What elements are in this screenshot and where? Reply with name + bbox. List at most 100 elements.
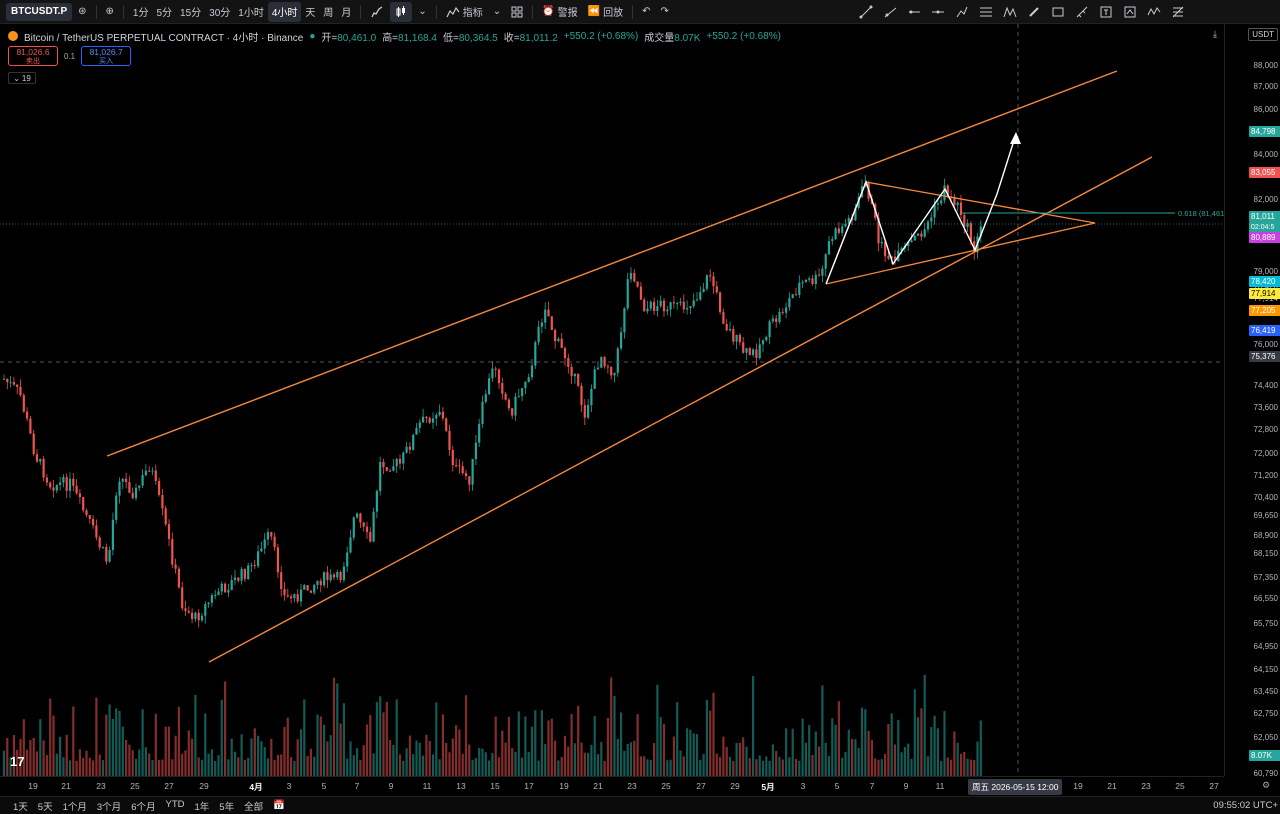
candle-body	[425, 416, 428, 419]
range-button[interactable]: 全部	[239, 799, 268, 813]
volume-bar	[686, 728, 689, 776]
candle-body	[455, 465, 458, 467]
interval-button[interactable]: 1小时	[234, 2, 268, 22]
volume-bar	[969, 759, 972, 776]
price-tick-label: 82,000	[1253, 195, 1278, 204]
volume-bar	[600, 742, 603, 776]
triangle-lower-line[interactable]	[825, 222, 1096, 285]
volume-bar	[844, 751, 847, 776]
volume-bar	[808, 725, 811, 776]
interval-button[interactable]: 15分	[176, 2, 205, 22]
symbol-search-button[interactable]: BTCUSDT.P	[6, 2, 73, 21]
volume-bar	[197, 757, 200, 776]
symbol-settings-icon[interactable]: ⊛	[74, 2, 90, 22]
horizontal-ray-icon[interactable]	[902, 1, 926, 23]
date-tick-label: 11	[422, 781, 432, 791]
brush-icon[interactable]	[1022, 1, 1046, 23]
candle-body	[606, 366, 609, 368]
volume-bar	[887, 723, 890, 776]
interval-button[interactable]: 30分	[205, 2, 234, 22]
settings-gear-icon[interactable]: ⚙	[1262, 780, 1270, 791]
alert-label: 警报	[557, 8, 578, 19]
range-button[interactable]: 6个月	[126, 799, 160, 813]
candle-body	[768, 321, 771, 337]
volume-bar	[923, 674, 926, 776]
gann-fan-icon[interactable]	[1166, 1, 1190, 23]
price-axis[interactable]: USDT 88,000 87,000 86,000 84,000 82,000 79,00…	[1224, 24, 1280, 778]
fib-retracement-icon[interactable]	[974, 1, 998, 23]
range-button[interactable]: 1天	[8, 799, 33, 813]
candle-body	[72, 478, 75, 486]
candle-body	[517, 396, 520, 398]
volume-bar	[748, 758, 751, 776]
candle-body	[191, 612, 194, 620]
candle-body	[207, 602, 210, 605]
xabcd-pattern-icon[interactable]	[998, 1, 1022, 23]
channel-lower-line[interactable]	[208, 156, 1153, 663]
calendar-icon[interactable]: 📅	[268, 800, 290, 811]
horizontal-line-icon[interactable]	[926, 1, 950, 23]
candle-body	[481, 401, 484, 424]
chart-canvas[interactable]: 0.618 (81,461.8)	[0, 24, 1224, 776]
path-icon[interactable]	[950, 1, 974, 23]
replay-button[interactable]: ⏪ 回放	[584, 2, 627, 22]
rectangle-icon[interactable]	[1046, 1, 1070, 23]
volume-bar	[200, 759, 204, 776]
measure-icon[interactable]	[1070, 1, 1094, 23]
volume-bar	[781, 759, 784, 776]
range-button[interactable]: 1个月	[58, 799, 92, 813]
redo-icon[interactable]: ↷	[656, 2, 672, 22]
volume-bar	[342, 703, 345, 776]
icons-tool-icon[interactable]	[1118, 1, 1142, 23]
range-button[interactable]: 5天	[33, 799, 58, 813]
volume-bar	[722, 736, 725, 776]
channel-upper-line[interactable]	[106, 70, 1118, 457]
candle-body	[177, 568, 180, 588]
candle-body	[468, 476, 471, 485]
compare-add-icon[interactable]: ⊕	[102, 2, 118, 22]
volume-bar	[326, 741, 329, 776]
range-button[interactable]: 3个月	[92, 799, 126, 813]
candle-body	[385, 467, 388, 471]
candle-body	[435, 415, 438, 419]
trend-line-icon[interactable]	[854, 1, 878, 23]
undo-icon[interactable]: ↶	[638, 2, 654, 22]
layout-grid-icon[interactable]	[507, 2, 527, 22]
alert-button[interactable]: ⏰ 警报	[538, 2, 581, 22]
ray-icon[interactable]	[878, 1, 902, 23]
volume-bar	[306, 755, 309, 776]
range-button[interactable]: YTD	[160, 799, 189, 813]
candle-body	[336, 572, 339, 578]
interval-button[interactable]: 5分	[152, 2, 176, 22]
interval-button[interactable]: 1分	[129, 2, 153, 22]
bar-style-icon[interactable]	[366, 2, 388, 22]
volume-bar	[422, 755, 425, 776]
candle-style-icon[interactable]	[390, 1, 413, 22]
range-button[interactable]: 1年	[189, 799, 214, 813]
volume-bar	[494, 716, 497, 776]
candle-body	[95, 525, 98, 538]
chevron-down-icon[interactable]: ⌄	[489, 2, 505, 22]
currency-select[interactable]: USDT	[1248, 28, 1278, 41]
elliott-wave-icon[interactable]	[1142, 1, 1166, 23]
range-button[interactable]: 5年	[214, 799, 239, 813]
interval-button[interactable]: 周	[319, 2, 337, 22]
date-tick-label: 5	[834, 781, 840, 791]
interval-button[interactable]: 天	[301, 2, 319, 22]
triangle-upper-line[interactable]	[865, 181, 1096, 224]
clock[interactable]: 09:55:02 UTC+	[1213, 800, 1278, 811]
volume-bar	[194, 694, 197, 776]
volume-bar	[794, 759, 798, 776]
volume-bar	[573, 743, 576, 776]
text-icon[interactable]	[1094, 1, 1118, 23]
time-axis[interactable]: 19 21 23 25 27 29 4月 3 5 7 9 11 13 15 17 19 21 23 25 27 29 5月…	[0, 776, 1224, 795]
indicators-button[interactable]: 指标	[442, 2, 487, 22]
price-tick-label: 62,750	[1253, 709, 1278, 718]
candle-body	[339, 572, 342, 581]
candlestick-series	[2, 174, 982, 628]
download-icon[interactable]: ⤓	[1213, 29, 1217, 40]
chevron-down-icon[interactable]: ⌄	[414, 2, 430, 22]
interval-button[interactable]: 月	[337, 2, 355, 22]
volume-bar	[946, 757, 949, 776]
interval-button[interactable]: 4小时	[267, 1, 302, 22]
